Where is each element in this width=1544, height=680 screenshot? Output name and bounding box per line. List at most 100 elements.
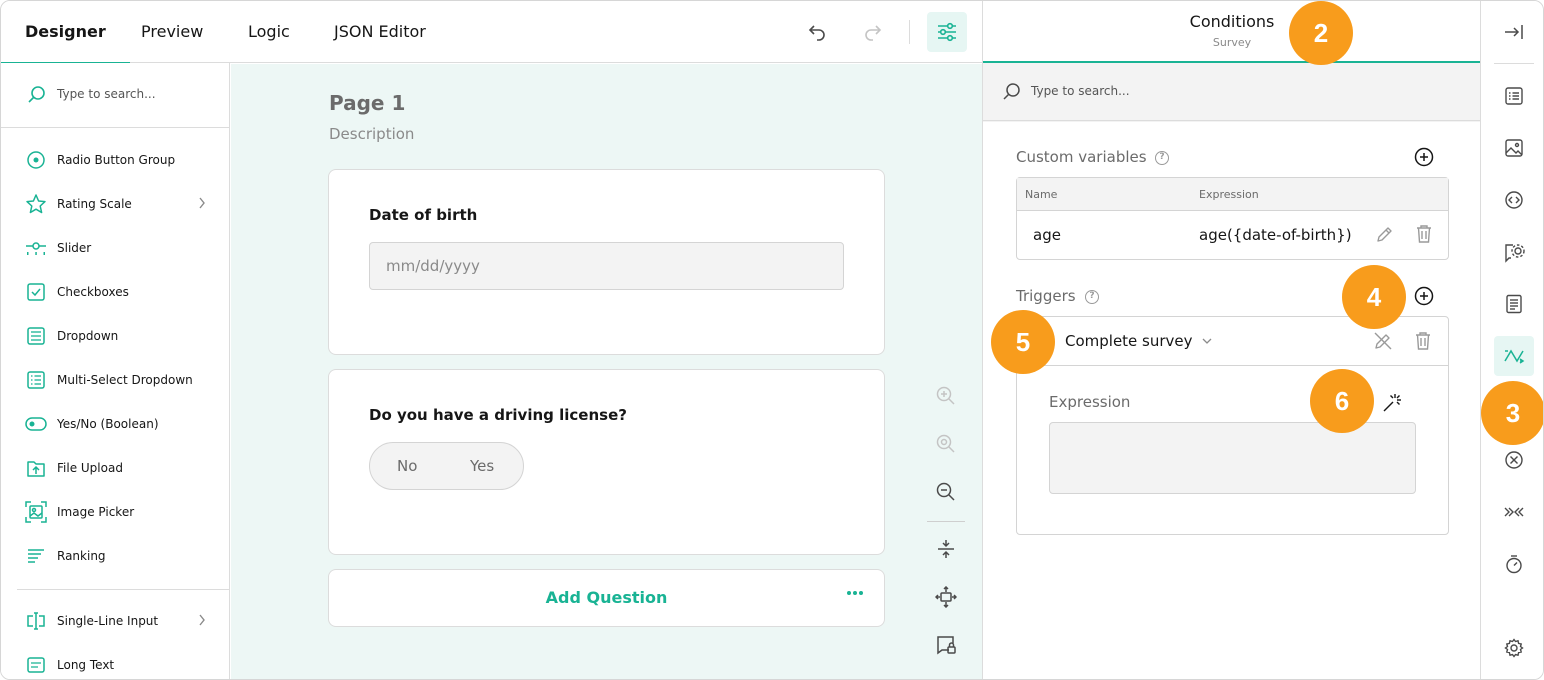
delete-icon[interactable]	[1415, 224, 1433, 244]
property-grid-subtitle: Survey	[1212, 36, 1252, 49]
toolbox-divider	[17, 589, 230, 590]
question-card-driving-license[interactable]: Do you have a driving license? No Yes	[328, 369, 885, 555]
expand-all-icon[interactable]	[931, 582, 961, 612]
lock-question-icon[interactable]	[931, 630, 961, 660]
toolbox-item-label: Single-Line Input	[57, 614, 159, 628]
property-grid: Conditions Survey Type to search... Cust…	[982, 1, 1481, 679]
star-icon	[25, 193, 47, 215]
toolbox-item-ranking[interactable]: Ranking	[25, 541, 210, 571]
zoom-out-icon[interactable]	[931, 477, 961, 507]
column-header-name: Name	[1025, 188, 1058, 201]
tab-preview[interactable]: Preview	[141, 1, 203, 63]
zoom-in-icon[interactable]	[931, 381, 961, 411]
toolbox-item-label: Rating Scale	[57, 197, 132, 211]
magic-wand-icon[interactable]	[1381, 392, 1403, 414]
boolean-switch[interactable]: No Yes	[369, 442, 524, 490]
toolbox-item-file-upload[interactable]: File Upload	[25, 453, 210, 483]
more-dots-icon[interactable]	[846, 590, 864, 596]
help-icon[interactable]: ?	[1085, 290, 1099, 304]
timer-icon[interactable]	[1494, 544, 1534, 584]
ranking-icon	[25, 545, 47, 567]
property-grid-search[interactable]: Type to search...	[983, 63, 1481, 121]
dropdown-icon	[25, 325, 47, 347]
logo-image-icon[interactable]	[1494, 128, 1534, 168]
boolean-option-yes[interactable]: Yes	[470, 457, 494, 475]
toolbox-item-single-line-input[interactable]: Single-Line Input	[25, 606, 210, 636]
add-question-bar: Add Question	[328, 569, 885, 627]
add-variable-icon[interactable]	[1413, 146, 1435, 168]
expression-editor[interactable]	[1049, 422, 1416, 494]
design-canvas: Page 1 Description Date of birth mm/dd/y…	[231, 64, 982, 679]
tab-designer[interactable]: Designer	[1, 1, 130, 64]
toolbox-item-radio-button-group[interactable]: Radio Button Group	[25, 145, 210, 175]
zoom-reset-icon[interactable]	[931, 429, 961, 459]
search-icon	[28, 86, 45, 103]
toolbox-search-placeholder: Type to search...	[57, 87, 156, 101]
strip-divider	[1494, 63, 1534, 64]
toolbox-item-checkboxes[interactable]: Checkboxes	[25, 277, 210, 307]
add-question-button[interactable]: Add Question	[329, 570, 884, 626]
tab-logic[interactable]: Logic	[248, 1, 290, 63]
collapse-panel-icon[interactable]	[1494, 12, 1534, 52]
page-title[interactable]: Page 1	[329, 91, 405, 115]
add-trigger-icon[interactable]	[1413, 285, 1435, 307]
callout-marker: 6	[1310, 369, 1374, 433]
trigger-panel: Complete survey Expression	[1016, 316, 1449, 535]
boolean-option-no[interactable]: No	[397, 457, 417, 475]
toolbox-item-label: Long Text	[57, 658, 115, 672]
general-icon[interactable]	[1494, 76, 1534, 116]
edit-disabled-icon[interactable]	[1373, 331, 1393, 351]
custom-variables-title: Custom variables	[1016, 148, 1147, 166]
top-toolbar: Designer Preview Logic JSON Editor	[1, 1, 982, 64]
property-grid-header: Conditions Survey	[983, 1, 1481, 63]
toolbox-item-long-text[interactable]: Long Text	[25, 650, 210, 679]
variable-name[interactable]: age	[1033, 226, 1061, 244]
collapse-all-icon[interactable]	[931, 534, 961, 564]
chevron-down-icon[interactable]	[1202, 338, 1212, 345]
side-bar-tabs	[1480, 1, 1543, 679]
toolbox-item-label: Radio Button Group	[57, 153, 176, 167]
tab-json-editor[interactable]: JSON Editor	[334, 1, 426, 63]
toolbox-item-dropdown[interactable]: Dropdown	[25, 321, 210, 351]
slider-icon	[25, 237, 47, 259]
page-description[interactable]: Description	[329, 125, 414, 143]
expression-label: Expression	[1049, 393, 1131, 411]
delete-icon[interactable]	[1414, 331, 1432, 351]
toolbox-item-label: Slider	[57, 241, 92, 255]
toolbox-item-label: Yes/No (Boolean)	[57, 417, 159, 431]
callout-marker: 2	[1289, 1, 1353, 65]
toolbox-item-rating-scale[interactable]: Rating Scale	[25, 189, 210, 219]
edit-pencil-icon[interactable]	[1375, 224, 1395, 244]
toolbox-item-slider[interactable]: Slider	[25, 233, 210, 263]
chevron-right-icon[interactable]	[198, 197, 206, 209]
table-header: Name Expression	[1017, 178, 1448, 211]
pages-icon[interactable]	[1494, 284, 1534, 324]
question-title[interactable]: Do you have a driving license?	[369, 406, 627, 424]
validation-icon[interactable]	[1494, 440, 1534, 480]
question-settings-icon[interactable]	[1494, 232, 1534, 272]
navigation-icon[interactable]	[1494, 180, 1534, 220]
settings-sliders-icon[interactable]	[927, 12, 967, 52]
toolbox-search[interactable]: Type to search...	[1, 63, 230, 128]
property-grid-title: Conditions	[1189, 12, 1275, 31]
redo-icon[interactable]	[856, 15, 890, 49]
toolbox-item-boolean[interactable]: Yes/No (Boolean)	[25, 409, 210, 439]
toolbox-item-image-picker[interactable]: Image Picker	[25, 497, 210, 527]
callout-marker: 3	[1481, 381, 1543, 445]
question-card-date-of-birth[interactable]: Date of birth mm/dd/yyyy	[328, 169, 885, 355]
undo-icon[interactable]	[800, 15, 834, 49]
conditions-icon[interactable]	[1494, 336, 1534, 376]
survey-creator: Designer Preview Logic JSON Editor Type …	[0, 0, 1544, 680]
property-search-placeholder: Type to search...	[1031, 84, 1130, 98]
question-title[interactable]: Date of birth	[369, 206, 477, 224]
data-icon[interactable]	[1494, 492, 1534, 532]
date-input[interactable]: mm/dd/yyyy	[369, 242, 844, 290]
trigger-type-dropdown[interactable]: Complete survey	[1065, 332, 1193, 350]
variable-expression[interactable]: age({date-of-birth})	[1199, 226, 1352, 244]
settings-gear-icon[interactable]	[1494, 628, 1534, 668]
toolbox-item-multi-select-dropdown[interactable]: Multi-Select Dropdown	[25, 365, 210, 395]
help-icon[interactable]: ?	[1155, 151, 1169, 165]
checkbox-icon	[25, 281, 47, 303]
chevron-right-icon[interactable]	[198, 614, 206, 626]
text-input-icon	[25, 610, 47, 632]
